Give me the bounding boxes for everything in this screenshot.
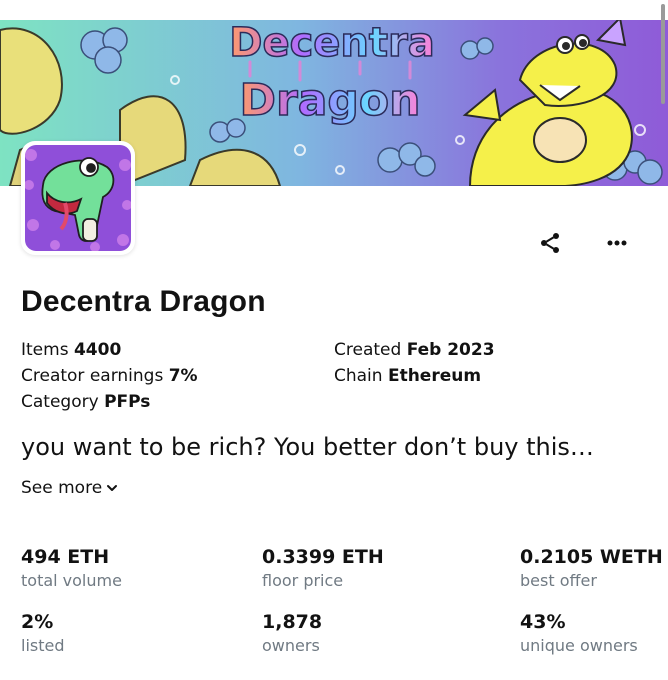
detail-chain: Chain Ethereum — [334, 364, 481, 388]
stat-label: listed — [21, 636, 65, 655]
share-icon — [541, 233, 559, 253]
detail-chain-label: Chain — [334, 366, 383, 386]
dragon-avatar-icon — [25, 145, 131, 251]
stat-label: floor price — [262, 571, 344, 590]
detail-creator-earnings: Creator earnings 7% — [21, 364, 198, 388]
detail-created: Created Feb 2023 — [334, 338, 495, 362]
stat-label: unique owners — [520, 636, 638, 655]
stat-value: 1,878 — [262, 611, 323, 633]
banner-title-line2: Dragon — [240, 75, 421, 126]
detail-category: Category PFPs — [21, 390, 150, 414]
see-more-button[interactable]: See more — [21, 476, 118, 500]
stat-unique-owners[interactable]: 43% unique owners — [520, 610, 638, 657]
more-horizontal-icon — [607, 240, 627, 246]
collection-title: Decentra Dragon — [21, 285, 266, 318]
stat-listed[interactable]: 2% listed — [21, 610, 65, 657]
detail-category-label: Category — [21, 392, 99, 412]
stat-label: best offer — [520, 571, 597, 590]
stat-value: 0.2105 WETH — [520, 546, 663, 568]
detail-created-value: Feb 2023 — [406, 340, 495, 360]
detail-category-value[interactable]: PFPs — [104, 392, 150, 412]
collection-avatar — [21, 141, 135, 255]
stat-floor-price[interactable]: 0.3399 ETH floor price — [262, 545, 384, 592]
banner-title-line1: Decentra — [229, 20, 435, 66]
stat-value: 2% — [21, 611, 54, 633]
detail-creator-label: Creator earnings — [21, 366, 164, 386]
chevron-down-icon — [107, 485, 118, 491]
collection-page: Decentra Dragon Decentra Dragon Items 44… — [0, 0, 668, 680]
detail-created-label: Created — [334, 340, 402, 360]
share-button[interactable] — [533, 226, 567, 260]
collection-description: you want to be rich? You better don’t bu… — [21, 433, 594, 461]
detail-creator-value: 7% — [168, 366, 198, 386]
stat-value: 494 ETH — [21, 546, 110, 568]
stat-value: 43% — [520, 611, 566, 633]
stat-label: owners — [262, 636, 320, 655]
detail-chain-value: Ethereum — [387, 366, 482, 386]
stat-best-offer[interactable]: 0.2105 WETH best offer — [520, 545, 663, 592]
detail-items-label: Items — [21, 340, 69, 360]
detail-items: Items 4400 — [21, 338, 121, 362]
see-more-label: See more — [21, 478, 103, 498]
stat-owners[interactable]: 1,878 owners — [262, 610, 322, 657]
stat-value: 0.3399 ETH — [262, 546, 384, 568]
detail-items-value: 4400 — [73, 340, 122, 360]
scrollbar-thumb[interactable] — [661, 4, 665, 104]
top-strip — [0, 0, 668, 20]
stat-total-volume[interactable]: 494 ETH total volume — [21, 545, 122, 592]
more-options-button[interactable] — [600, 226, 634, 260]
stat-label: total volume — [21, 571, 122, 590]
